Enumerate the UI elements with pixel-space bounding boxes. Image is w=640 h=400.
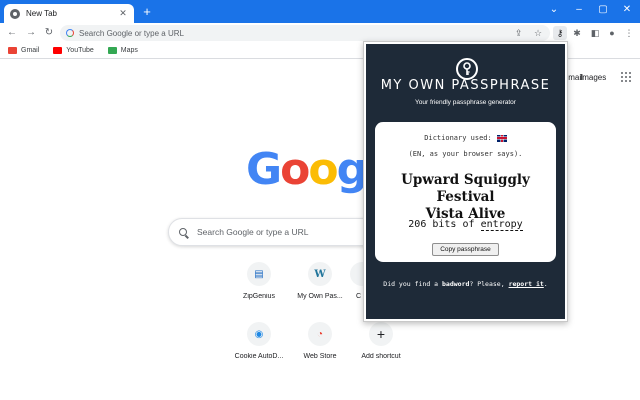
report-it-link[interactable]: report it [509, 280, 544, 288]
bookmark-maps[interactable]: Maps [107, 47, 138, 54]
close-window-button[interactable]: ✕ [618, 3, 636, 17]
shortcut-label: C [356, 293, 362, 300]
extension-popup: MY OWN PASSPHRASE Your friendly passphra… [363, 41, 568, 322]
popup-body: MY OWN PASSPHRASE Your friendly passphra… [366, 44, 565, 319]
extensions-puzzle-icon[interactable]: ✱ [570, 26, 584, 40]
reload-icon[interactable]: ↻ [42, 26, 56, 40]
google-apps-icon[interactable] [621, 72, 631, 82]
logo-letter: o [280, 144, 310, 195]
bookmark-star-icon[interactable]: ☆ [534, 28, 542, 39]
toolbar: ← → ↻ Search Google or type a URL ⇪ ☆ ⚷ … [0, 23, 640, 43]
shortcut-partial[interactable]: C [350, 262, 363, 300]
footer-text: . [543, 280, 548, 288]
shortcut-web-store[interactable]: ◔ Web Store [289, 322, 351, 360]
images-link[interactable]: Images [580, 73, 606, 82]
dictionary-label: Dictionary used: [424, 134, 492, 142]
entropy-line: 206 bits of entropy [375, 219, 556, 231]
bookmark-gmail[interactable]: Gmail [8, 47, 39, 54]
menu-kebab-icon[interactable]: ⋮ [622, 26, 636, 40]
cookie-icon: ◉ [247, 322, 271, 346]
search-input[interactable]: Search Google or type a URL [197, 227, 309, 237]
new-tab-button[interactable]: + [140, 5, 154, 19]
maximize-button[interactable]: ▢ [594, 3, 612, 17]
tab-strip: New Tab ✕ + ⌄ – ▢ ✕ [0, 0, 640, 23]
bookmark-label: Gmail [21, 47, 40, 54]
generated-passphrase: Upward Squiggly Festival Vista Alive [375, 172, 556, 223]
back-icon[interactable]: ← [5, 26, 19, 40]
shortcut-label: Cookie AutoD... [234, 353, 284, 360]
footer-text: Did you find a [383, 280, 439, 288]
tab-search-icon[interactable]: ⌄ [545, 3, 563, 17]
profile-avatar-icon[interactable]: ● [605, 26, 619, 40]
google-icon [66, 29, 74, 37]
logo-letter: G [246, 144, 282, 195]
report-badword-line: Did you find a badword? Please, report i… [366, 280, 565, 288]
popup-title: MY OWN PASSPHRASE [380, 78, 551, 93]
logo-letter: o [308, 144, 338, 195]
shortcut-cookie-autodelete[interactable]: ◉ Cookie AutoD... [228, 322, 290, 360]
wordpress-icon: W [308, 262, 332, 286]
shortcut-add[interactable]: + Add shortcut [350, 322, 412, 360]
entropy-link[interactable]: entropy [480, 219, 523, 231]
shortcut-my-own-passphrase[interactable]: W My Own Pas... [289, 262, 351, 300]
logo-letter: g [336, 144, 368, 195]
footer-text: ? Please, [469, 280, 505, 288]
entropy-middle: bits of [432, 219, 475, 230]
shortcut-label: Add shortcut [361, 353, 401, 360]
my-own-passphrase-extension-icon[interactable]: ⚷ [553, 26, 567, 40]
side-panel-icon[interactable]: ◧ [588, 26, 602, 40]
maps-icon [107, 47, 117, 54]
plus-icon: + [369, 322, 393, 346]
passphrase-card: Dictionary used: (EN, as your browser sa… [375, 122, 556, 262]
shortcut-label: My Own Pas... [297, 293, 343, 300]
bookmark-label: YouTube [66, 47, 94, 54]
google-logo: Goog [246, 144, 368, 195]
tab-title: New Tab [26, 9, 57, 18]
web-store-icon: ◔ [308, 322, 332, 346]
close-tab-icon[interactable]: ✕ [118, 8, 128, 19]
zipgenius-icon: ▤ [247, 262, 271, 286]
search-icon [179, 228, 187, 236]
bookmark-youtube[interactable]: YouTube [53, 47, 94, 54]
omnibox[interactable]: Search Google or type a URL ⇪ ☆ [60, 25, 550, 41]
youtube-icon [53, 47, 63, 54]
key-logo-icon [456, 58, 478, 80]
entropy-bits: 206 [408, 219, 427, 230]
copy-passphrase-button[interactable]: Copy passphrase [432, 243, 499, 256]
gmail-icon [8, 47, 17, 54]
badword-text: badword [442, 280, 470, 288]
share-icon[interactable]: ⇪ [515, 28, 523, 39]
chrome-icon [10, 8, 20, 19]
minimize-button[interactable]: – [570, 3, 588, 17]
shortcut-icon [350, 262, 363, 286]
bookmark-label: Maps [120, 47, 138, 54]
forward-icon[interactable]: → [24, 26, 38, 40]
tab-new-tab[interactable]: New Tab ✕ [4, 4, 134, 23]
passphrase-line-1: Upward Squiggly Festival [401, 172, 530, 205]
shortcut-label: Web Store [303, 353, 337, 360]
shortcut-label: ZipGenius [243, 293, 275, 300]
dictionary-line: Dictionary used: [375, 134, 556, 142]
popup-subtitle: Your friendly passphrase generator [415, 99, 516, 106]
language-note: (EN, as your browser says). [408, 150, 523, 158]
omnibox-input[interactable]: Search Google or type a URL [79, 29, 184, 38]
shortcut-zipgenius[interactable]: ▤ ZipGenius [228, 262, 290, 300]
browser-window: New Tab ✕ + ⌄ – ▢ ✕ ← → ↻ Search Google … [0, 0, 640, 400]
uk-flag-icon [496, 134, 507, 142]
